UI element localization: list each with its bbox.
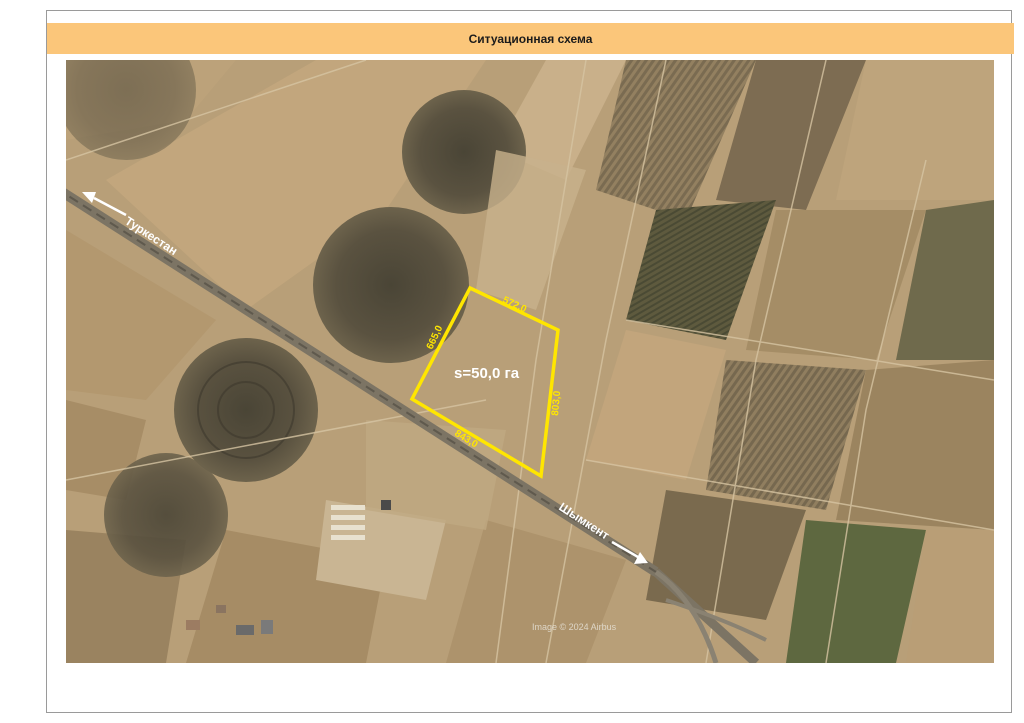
irrigation-circle — [174, 338, 318, 482]
plot-area-label: s=50,0 га — [454, 365, 520, 382]
satellite-map[interactable]: Туркестан Шымкент s=50,0 га 572,0 665,0 … — [66, 60, 994, 663]
page-title: Ситуационная схема — [468, 31, 593, 46]
page-title-bar: Ситуационная схема — [47, 23, 1014, 54]
irrigation-circle — [313, 207, 469, 363]
plot-side-right-label: 803,0 — [550, 390, 563, 416]
irrigation-circle — [104, 453, 228, 577]
imagery-attribution: Image © 2024 Airbus — [532, 622, 617, 632]
